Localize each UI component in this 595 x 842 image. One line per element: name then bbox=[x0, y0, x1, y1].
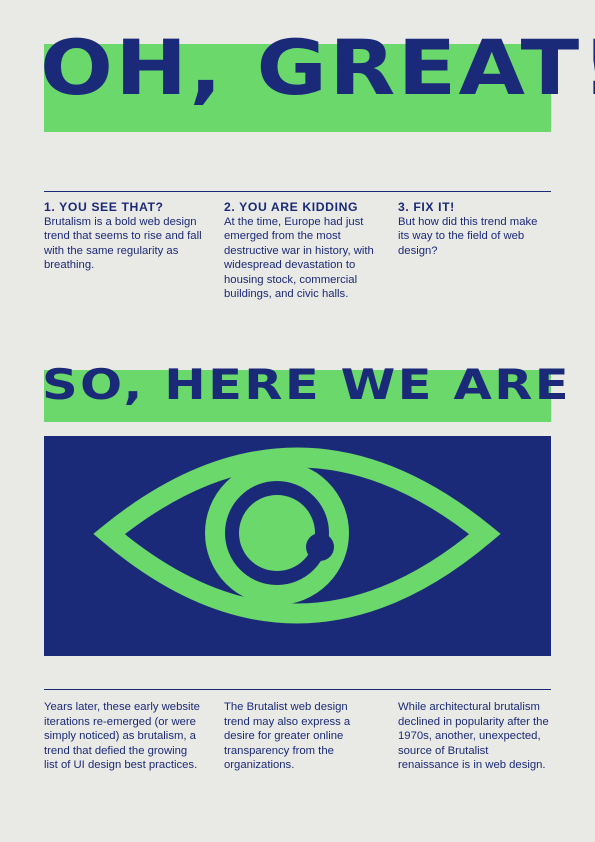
divider-bottom bbox=[44, 689, 551, 690]
column-3-text: But how did this trend make its way to t… bbox=[398, 215, 538, 257]
column-3: 3. FIX IT! But how did this trend make i… bbox=[398, 200, 551, 258]
eye-highlight bbox=[306, 533, 334, 561]
section-title: SO, HERE WE ARE bbox=[42, 360, 571, 409]
eye-icon bbox=[93, 447, 501, 624]
column-1: 1. YOU SEE THAT? Brutalism is a bold web… bbox=[44, 200, 204, 273]
column-1-heading: 1. YOU SEE THAT? bbox=[44, 200, 164, 214]
bottom-column-3-text: While architectural brutalism declined i… bbox=[398, 701, 549, 771]
column-1-text: Brutalism is a bold web design trend tha… bbox=[44, 215, 202, 272]
bottom-column-2: The Brutalist web design trend may also … bbox=[224, 700, 374, 773]
column-2-text: At the time, Europe had just emerged fro… bbox=[224, 215, 374, 301]
column-2: 2. YOU ARE KIDDING At the time, Europe h… bbox=[224, 200, 386, 302]
bottom-column-1-text: Years later, these early website iterati… bbox=[44, 701, 200, 771]
hero-title: OH, GREAT! bbox=[40, 23, 595, 112]
column-3-heading: 3. FIX IT! bbox=[398, 200, 455, 214]
eye-illustration-panel bbox=[44, 436, 551, 656]
bottom-column-2-text: The Brutalist web design trend may also … bbox=[224, 701, 351, 771]
eye-pupil bbox=[239, 495, 315, 571]
bottom-column-3: While architectural brutalism declined i… bbox=[398, 700, 551, 773]
divider-top bbox=[44, 191, 551, 192]
bottom-column-1: Years later, these early website iterati… bbox=[44, 700, 204, 773]
column-2-heading: 2. YOU ARE KIDDING bbox=[224, 200, 359, 214]
